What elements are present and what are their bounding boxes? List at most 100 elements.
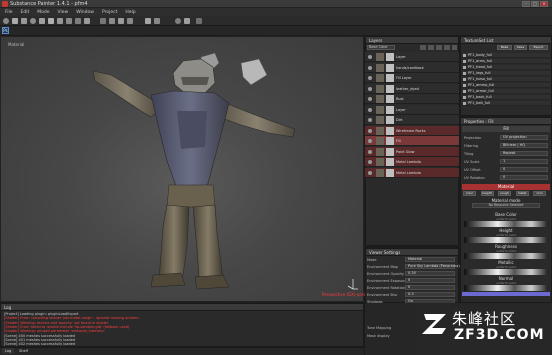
- property-value[interactable]: Repeat: [500, 151, 548, 156]
- bake-button[interactable]: Bake: [497, 45, 512, 50]
- visibility-eye-icon[interactable]: [368, 149, 372, 154]
- material-channel-button[interactable]: metal: [515, 191, 529, 196]
- visibility-eye-icon[interactable]: [368, 139, 372, 143]
- menu-file[interactable]: File: [5, 10, 13, 15]
- visibility-eye-icon[interactable]: [368, 170, 372, 175]
- layer-row[interactable]: Dirt: [365, 115, 459, 125]
- add-mask-icon[interactable]: [436, 45, 442, 50]
- symmetry-icon[interactable]: [84, 18, 90, 24]
- menu-project[interactable]: Project: [102, 10, 117, 15]
- material-channel-button[interactable]: color: [463, 191, 476, 196]
- layer-row[interactable]: hands/cardback: [365, 62, 459, 73]
- property-value[interactable]: 0: [500, 167, 548, 172]
- geometry-decal-icon[interactable]: [39, 18, 45, 24]
- visibility-eye-icon[interactable]: [368, 97, 372, 101]
- setting-value[interactable]: 0.3: [405, 292, 455, 297]
- smudge-icon[interactable]: [48, 18, 54, 24]
- visibility-eye-icon[interactable]: [368, 128, 372, 133]
- export-button[interactable]: Export: [529, 45, 548, 50]
- render-icon[interactable]: [175, 18, 181, 24]
- visibility-eye-icon[interactable]: [368, 55, 372, 59]
- polygon-fill-icon[interactable]: [75, 18, 81, 24]
- layer-row[interactable]: Metal Lambda: [365, 167, 459, 178]
- setting-value[interactable]: 0.35: [405, 271, 455, 276]
- camera-mode-label[interactable]: Perspective (DX) persp0: [322, 292, 370, 297]
- add-fill-icon[interactable]: [428, 45, 434, 50]
- settings-icon[interactable]: [196, 18, 202, 24]
- menu-view[interactable]: View: [58, 10, 69, 15]
- eraser-icon[interactable]: [21, 18, 27, 24]
- camera-icon[interactable]: [100, 18, 106, 24]
- menu-edit[interactable]: Edit: [21, 10, 30, 15]
- layer-row[interactable]: leather_dyed: [365, 83, 459, 94]
- channel-value-bar[interactable]: [464, 269, 548, 275]
- material-channel-button[interactable]: rough: [498, 191, 511, 196]
- setting-value[interactable]: 0: [405, 278, 455, 283]
- channel-value-bar[interactable]: [464, 221, 548, 227]
- texture-set-item[interactable]: PF1_belt_full: [462, 101, 550, 106]
- save-texture-button[interactable]: Save: [514, 45, 527, 50]
- maximize-button[interactable]: □: [531, 1, 539, 7]
- setting-value[interactable]: 0: [405, 285, 455, 290]
- menu-help[interactable]: Help: [125, 10, 135, 15]
- paint-brush-icon[interactable]: [12, 18, 18, 24]
- setting-value[interactable]: Material: [405, 257, 455, 262]
- projection-icon[interactable]: [30, 18, 36, 24]
- channel-value-bar[interactable]: [464, 237, 548, 243]
- texture-set-item[interactable]: PF1_back_full: [462, 95, 550, 100]
- character-model[interactable]: [1, 37, 364, 302]
- channel-value-bar[interactable]: [464, 285, 548, 291]
- setting-value[interactable]: Pure Sky Lambda (Panorama): [405, 264, 460, 269]
- texture-set-item[interactable]: PF1_head_full: [462, 65, 550, 70]
- grid-icon[interactable]: [127, 18, 133, 24]
- material-channel-button[interactable]: nrm: [533, 191, 546, 196]
- channel-select[interactable]: Base Color: [367, 45, 395, 50]
- layer-row[interactable]: Layer: [365, 52, 459, 62]
- menu-window[interactable]: Window: [76, 10, 94, 15]
- property-value[interactable]: 1: [500, 159, 548, 164]
- 3d-viewport[interactable]: [0, 36, 364, 302]
- visibility-eye-icon[interactable]: [368, 76, 372, 80]
- picker-icon[interactable]: [66, 18, 72, 24]
- close-button[interactable]: ×: [540, 1, 548, 7]
- property-value[interactable]: 0: [500, 175, 548, 180]
- property-value[interactable]: UV projection: [500, 135, 548, 140]
- layer-row[interactable]: Fill Layer: [365, 73, 459, 83]
- texture-set-item[interactable]: PF1_legs_full: [462, 71, 550, 76]
- texture-set-item[interactable]: PF1_ammo_full: [462, 83, 550, 88]
- material-section-header[interactable]: Material: [462, 184, 550, 190]
- visibility-eye-icon[interactable]: [368, 160, 372, 164]
- visibility-eye-icon[interactable]: [368, 65, 372, 70]
- add-folder-icon[interactable]: [444, 45, 450, 50]
- material-channel-button[interactable]: height: [480, 191, 494, 196]
- minimize-button[interactable]: –: [522, 1, 530, 7]
- texture-set-item[interactable]: PF1_armor_full: [462, 89, 550, 94]
- tab-log[interactable]: Log: [2, 348, 15, 354]
- tab-shelf[interactable]: Shelf: [16, 348, 31, 354]
- fill-section-header[interactable]: Fill: [462, 126, 550, 132]
- layer-row[interactable]: Metal Lambda: [365, 157, 459, 167]
- project-badge-icon[interactable]: Ps: [2, 27, 9, 34]
- layer-row[interactable]: Wireframe Rocks: [365, 125, 459, 136]
- texture-set-item[interactable]: PF1_body_full: [462, 53, 550, 58]
- material-mode-select[interactable]: No Resource Selected: [472, 203, 540, 208]
- clone-icon[interactable]: [57, 18, 63, 24]
- swap-view-icon[interactable]: [154, 18, 160, 24]
- visibility-eye-icon[interactable]: [368, 86, 372, 91]
- color-swatch[interactable]: [462, 292, 550, 296]
- layer-row[interactable]: Rust: [365, 94, 459, 104]
- property-value[interactable]: Bilinear | HQ: [500, 143, 548, 148]
- channel-value-bar[interactable]: [464, 253, 548, 259]
- add-layer-icon[interactable]: [420, 45, 426, 50]
- layer-row[interactable]: Layer: [365, 104, 459, 115]
- screenshot-icon[interactable]: [184, 18, 190, 24]
- select-tool-icon[interactable]: [3, 18, 9, 24]
- delete-layer-icon[interactable]: [452, 45, 457, 50]
- visibility-eye-icon[interactable]: [368, 107, 372, 112]
- menu-mode[interactable]: Mode: [37, 10, 49, 15]
- visibility-eye-icon[interactable]: [368, 118, 372, 122]
- layer-row[interactable]: Paint Glow: [365, 146, 459, 157]
- viewport-mode-icon[interactable]: [145, 18, 151, 24]
- display-icon[interactable]: [109, 18, 115, 24]
- texture-set-item[interactable]: PF1_torso_full: [462, 77, 550, 82]
